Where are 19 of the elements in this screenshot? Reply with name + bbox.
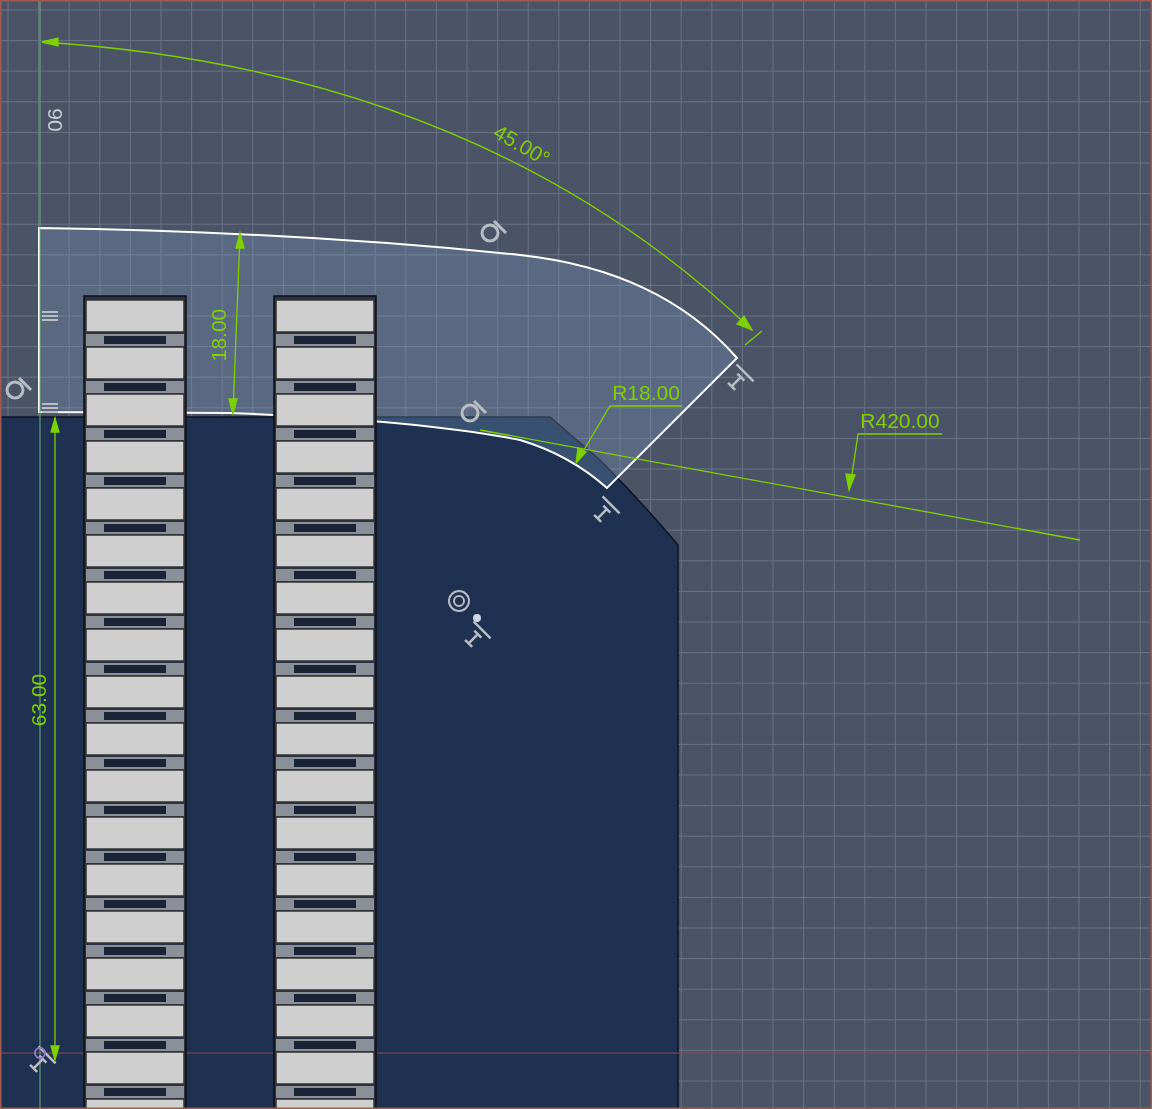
tangent-constraint-icon[interactable]	[460, 399, 488, 423]
tangent-constraint-icon[interactable]	[480, 219, 508, 243]
concentric-constraint-icon[interactable]	[448, 590, 470, 612]
dimension-label[interactable]: 90	[43, 108, 67, 132]
coincident-constraint-icon[interactable]	[29, 1045, 57, 1073]
horizontal-constraint-icon[interactable]	[41, 311, 59, 321]
dimension-label[interactable]: 45.00°	[489, 119, 555, 171]
dimension-label[interactable]: R18.00	[612, 380, 680, 404]
dimension-label[interactable]: R420.00	[860, 408, 940, 432]
tangent-constraint-icon[interactable]	[5, 376, 33, 400]
center-point[interactable]	[473, 614, 481, 622]
coincident-constraint-icon[interactable]	[593, 495, 621, 523]
origin-point[interactable]	[34, 1047, 46, 1059]
dimension-label[interactable]: 63.00	[26, 673, 50, 727]
horizontal-constraint-icon[interactable]	[41, 403, 59, 413]
arc-line[interactable]	[479, 429, 1081, 541]
coincident-constraint-icon[interactable]	[464, 620, 492, 648]
dimension-label[interactable]: 18.00	[206, 308, 230, 362]
coincident-constraint-icon[interactable]	[727, 363, 755, 391]
